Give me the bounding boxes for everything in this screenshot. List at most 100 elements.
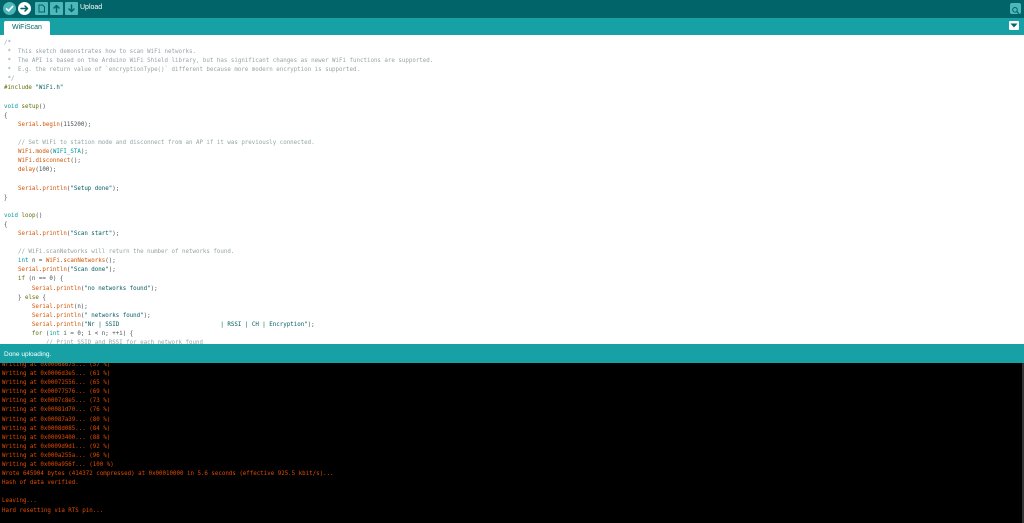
code-token: "Scan done" [70, 267, 109, 274]
code-line[interactable]: Serial.println("Nr | SSID | RSSI | CH | … [4, 321, 433, 330]
code-line[interactable] [4, 239, 433, 248]
code-token: "no networks found" [84, 285, 151, 292]
upload-button[interactable] [18, 2, 31, 15]
code-token: print [56, 303, 74, 310]
code-token: println [56, 321, 81, 328]
code-token: ); [143, 312, 151, 319]
code-editor[interactable]: /* * This sketch demonstrates how to sca… [0, 35, 1024, 344]
status-bar: Done uploading. [0, 344, 1024, 363]
code-line[interactable] [4, 130, 433, 139]
tab-wifiscan[interactable]: WiFiScan [4, 21, 50, 35]
code-token: "Nr | SSID | RSSI | CH | Encryption" [84, 321, 308, 328]
code-text[interactable]: /* * This sketch demonstrates how to sca… [4, 39, 433, 344]
code-token: for [31, 331, 43, 337]
code-token: println [56, 285, 81, 292]
code-token: "Scan start" [70, 230, 113, 237]
code-line[interactable]: Serial.println("Scan done"); [4, 266, 433, 275]
code-line[interactable]: int n = WiFi.scanNetworks(); [4, 257, 433, 266]
code-line[interactable]: Serial.println("Scan start"); [4, 230, 433, 239]
code-token: n = [28, 258, 46, 265]
code-line[interactable]: Serial.println("Setup done"); [4, 185, 433, 194]
code-line[interactable]: { [4, 221, 433, 230]
triangle-down-icon [1010, 23, 1018, 28]
code-token: */ [4, 76, 15, 83]
console-line: Writing at 0x0007c8e5... (73 %) [2, 398, 111, 405]
code-token: } [4, 194, 8, 201]
code-line[interactable] [4, 94, 433, 103]
save-button[interactable] [65, 2, 78, 15]
code-line[interactable]: // WiFi.scanNetworks will return the num… [4, 248, 433, 257]
code-line[interactable]: } [4, 194, 433, 203]
console-line: Hash of data verified. [2, 480, 79, 487]
code-line[interactable]: void loop() [4, 212, 433, 221]
code-token: ); [108, 267, 116, 274]
code-line[interactable]: /* [4, 39, 433, 48]
code-line[interactable]: // Set WiFi to station mode and disconne… [4, 139, 433, 148]
code-token: * E.g. the return value of `encryptionTy… [4, 67, 360, 74]
code-token: ); [80, 149, 88, 156]
console-line: Writing at 0x00072556... (65 %) [2, 380, 111, 387]
code-line[interactable]: if (n == 0) { [4, 275, 433, 284]
console-line: Writing at 0x0009d9d1... (92 %) [2, 443, 111, 450]
console-line: Writing at 0x00068675... (57 %) [2, 363, 111, 368]
code-line[interactable] [4, 203, 433, 212]
code-line[interactable]: WiFi.disconnect(); [4, 157, 433, 166]
magnifier-icon [1012, 7, 1020, 14]
code-token: Serial [17, 230, 39, 237]
code-line[interactable]: * This sketch demonstrates how to scan W… [4, 48, 433, 57]
code-line[interactable] [4, 175, 433, 184]
new-button[interactable] [35, 2, 48, 15]
console-line: Writing at 0x00081d70... (76 %) [2, 407, 111, 414]
console-text: Writing at 0x00068675... (57 %) Writing a… [2, 363, 334, 516]
code-token: Serial [31, 285, 53, 292]
code-line[interactable]: WiFi.mode(WIFI_STA); [4, 148, 433, 157]
code-token: loop [21, 212, 36, 219]
code-token: void [4, 103, 18, 110]
serial-monitor-button[interactable] [1010, 3, 1021, 14]
code-line[interactable]: { [4, 112, 433, 121]
code-token: void [4, 212, 18, 219]
verify-button[interactable] [3, 2, 16, 15]
code-token: WiFi [45, 258, 60, 265]
tab-bar: WiFiScan [0, 18, 1024, 35]
code-line[interactable]: for (int i = 0; i < n; ++i) { [4, 330, 433, 339]
code-token: Serial [31, 312, 53, 319]
open-button[interactable] [50, 2, 63, 15]
code-line[interactable]: * The API is based on the Arduino WiFi S… [4, 57, 433, 66]
code-token: (); [70, 158, 81, 165]
arrow-down-icon [68, 4, 75, 13]
code-line[interactable]: Serial.println(" networks found"); [4, 312, 433, 321]
code-line[interactable]: } else { [4, 294, 433, 303]
check-icon [5, 5, 14, 12]
code-token: ); [150, 285, 158, 292]
tab-menu-button[interactable] [1009, 21, 1019, 30]
code-line[interactable]: void setup() [4, 103, 433, 112]
code-token: Serial [17, 185, 39, 192]
code-token: if [17, 276, 25, 283]
code-token: (n); [73, 303, 88, 310]
code-token: setup [21, 103, 39, 110]
code-line[interactable]: */ [4, 75, 433, 84]
code-line[interactable]: #include "WiFi.h" [4, 84, 433, 93]
console-output[interactable]: Writing at 0x00068675... (57 %) Writing a… [0, 363, 1024, 523]
code-token: WiFi [17, 158, 32, 165]
code-token: else [24, 294, 39, 301]
console-line: Writing at 0x000a956f... (100 %) [2, 462, 114, 469]
code-token: // WiFi.scanNetworks will return the num… [4, 249, 235, 256]
code-line[interactable]: Serial.println("no networks found"); [4, 285, 433, 294]
console-line: Writing at 0x000a255a... (96 %) [2, 452, 111, 459]
code-line[interactable]: delay(100); [4, 166, 433, 175]
code-token: delay [17, 167, 36, 174]
code-line[interactable]: Serial.print(n); [4, 303, 433, 312]
code-line[interactable]: Serial.begin(115200); [4, 121, 433, 130]
code-line[interactable]: * E.g. the return value of `encryptionTy… [4, 66, 433, 75]
